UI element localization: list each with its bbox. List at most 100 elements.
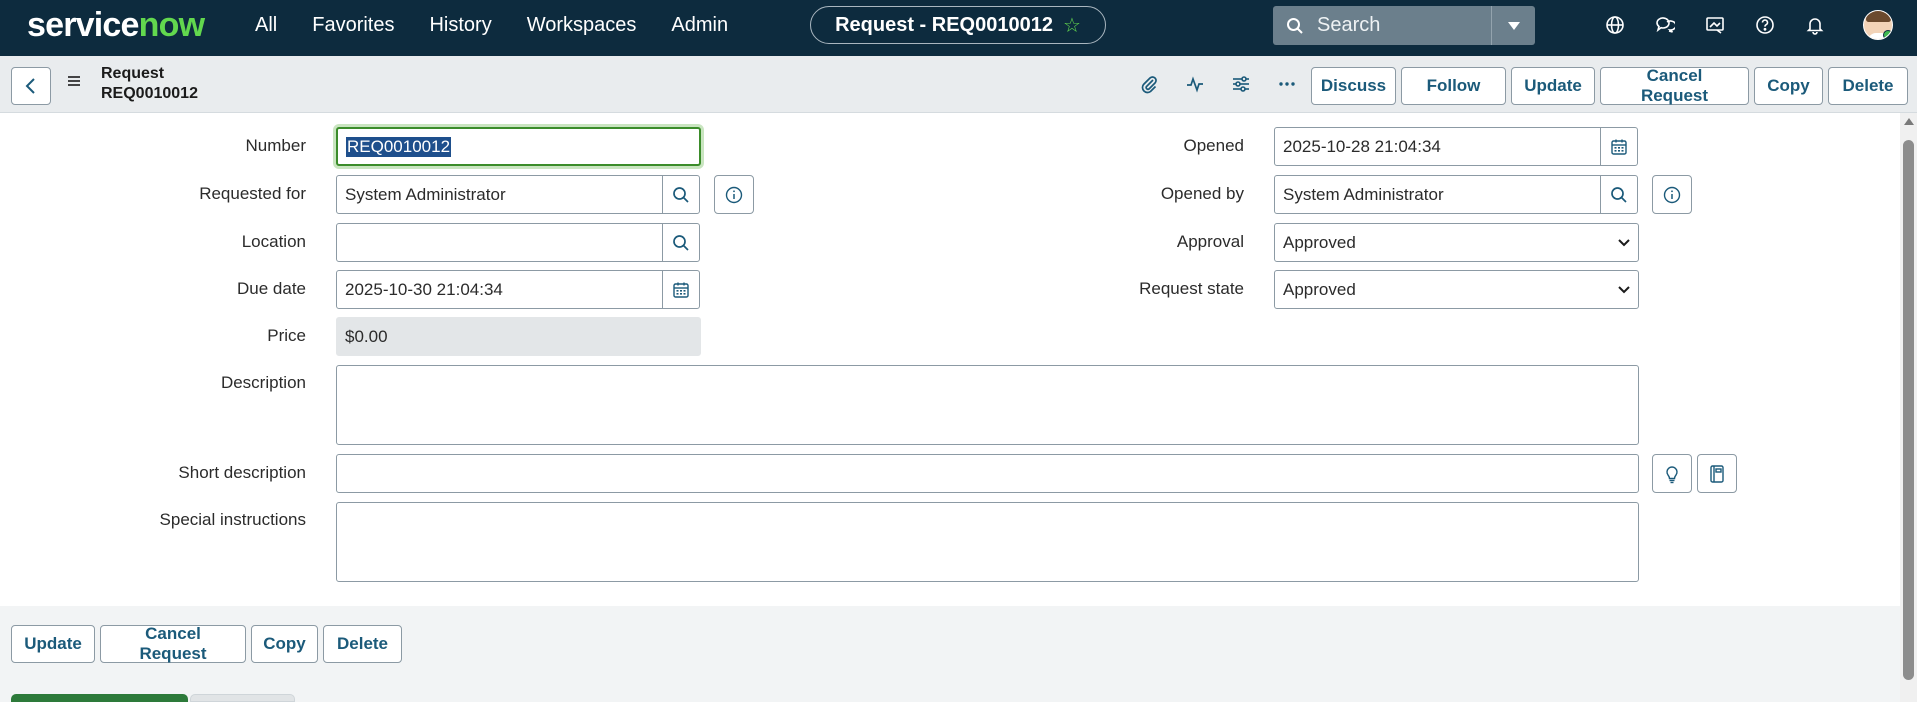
form-footer: Update Cancel Request Copy Delete	[0, 606, 1900, 702]
request-state-value: Approved	[1283, 279, 1356, 299]
opened-field[interactable]: 2025-10-28 21:04:34	[1274, 127, 1601, 166]
description-textarea[interactable]	[336, 365, 1639, 445]
location-field[interactable]	[336, 223, 663, 262]
record-pill[interactable]: Request - REQ0010012 ☆	[810, 6, 1106, 44]
search-input[interactable]: Search	[1317, 14, 1491, 37]
related-tab-active[interactable]	[11, 694, 188, 702]
cancel-request-button[interactable]: Cancel Request	[1600, 66, 1749, 105]
footer-cancel-request-button[interactable]: Cancel Request	[100, 624, 246, 663]
nav-admin[interactable]: Admin	[671, 14, 728, 37]
help-icon[interactable]	[1750, 10, 1780, 40]
requested-for-field[interactable]: System Administrator	[336, 175, 663, 214]
nav-history[interactable]: History	[429, 14, 491, 37]
number-value: REQ0010012	[346, 136, 452, 157]
scrollbar-thumb[interactable]	[1903, 140, 1914, 680]
top-nav: servicenow All Favorites History Workspa…	[0, 0, 1917, 56]
footer-copy-button[interactable]: Copy	[251, 625, 318, 663]
global-search[interactable]: Search	[1273, 6, 1535, 45]
presentation-icon[interactable]	[1700, 10, 1730, 40]
scroll-up-arrow[interactable]	[1904, 118, 1914, 125]
related-list-tabs	[11, 694, 295, 702]
price-label: Price	[267, 326, 306, 345]
due-date-picker-button[interactable]	[662, 270, 700, 309]
nav-favorites[interactable]: Favorites	[312, 14, 394, 37]
header-actions: Discuss Follow Update Cancel Request Cop…	[1311, 66, 1908, 105]
due-date-field[interactable]: 2025-10-30 21:04:34	[336, 270, 663, 309]
update-button[interactable]: Update	[1511, 67, 1595, 105]
bell-icon[interactable]	[1800, 10, 1830, 40]
vertical-scrollbar[interactable]	[1900, 113, 1917, 702]
servicenow-logo[interactable]: servicenow	[27, 6, 205, 45]
globe-icon[interactable]	[1600, 10, 1630, 40]
record-number: REQ0010012	[101, 85, 198, 102]
related-tab[interactable]	[190, 694, 295, 702]
follow-button[interactable]: Follow	[1401, 67, 1506, 105]
calendar-icon	[673, 282, 689, 298]
number-label: Number	[245, 136, 306, 155]
opened-by-field[interactable]: System Administrator	[1274, 175, 1601, 214]
short-description-field[interactable]	[336, 454, 1639, 493]
copy-button[interactable]: Copy	[1754, 67, 1823, 105]
knowledge-button[interactable]	[1697, 454, 1737, 493]
delete-button[interactable]: Delete	[1828, 67, 1908, 105]
discuss-button[interactable]: Discuss	[1311, 67, 1396, 105]
request-state-select[interactable]: Approved	[1274, 270, 1639, 309]
info-icon	[1663, 186, 1681, 203]
approval-value: Approved	[1283, 232, 1356, 252]
opened-by-info-button[interactable]	[1652, 175, 1692, 214]
opened-by-label: Opened by	[1160, 184, 1244, 203]
avatar[interactable]	[1863, 10, 1893, 40]
footer-delete-button[interactable]: Delete	[323, 625, 402, 663]
chevron-down-icon	[1618, 238, 1630, 246]
header-tool-icons	[1136, 70, 1300, 98]
chevron-down-icon	[1618, 285, 1630, 293]
paperclip-icon[interactable]	[1136, 70, 1162, 98]
short-description-label: Short description	[178, 463, 306, 482]
request-state-label: Request state	[1139, 279, 1244, 298]
header-icons	[1600, 10, 1830, 40]
footer-update-button[interactable]: Update	[11, 625, 95, 663]
form-header: Request REQ0010012 Discuss Follow Update…	[0, 56, 1917, 113]
special-instructions-label: Special instructions	[159, 510, 306, 529]
lightbulb-icon	[1666, 465, 1678, 483]
opened-date-picker-button[interactable]	[1600, 127, 1638, 166]
footer-actions: Update Cancel Request Copy Delete	[11, 624, 402, 663]
opened-by-lookup-button[interactable]	[1600, 175, 1638, 214]
search-icon	[673, 186, 689, 203]
nav-all[interactable]: All	[255, 14, 277, 37]
requested-for-label: Requested for	[199, 184, 306, 203]
search-icon	[1611, 186, 1627, 203]
info-icon	[725, 186, 743, 203]
description-label: Description	[220, 373, 306, 392]
number-field[interactable]: REQ0010012	[336, 127, 701, 166]
search-icon	[673, 234, 689, 251]
request-form: Number REQ0010012 Requested for System A…	[0, 113, 1900, 606]
opened-label: Opened	[1183, 136, 1245, 155]
more-options-icon[interactable]	[1274, 70, 1300, 98]
suggestion-button[interactable]	[1652, 454, 1692, 493]
record-pill-label: Request - REQ0010012	[835, 13, 1053, 36]
back-button[interactable]	[11, 67, 51, 105]
approval-select[interactable]: Approved	[1274, 223, 1639, 262]
nav-links: All Favorites History Workspaces Admin	[255, 0, 728, 50]
location-label: Location	[241, 232, 306, 251]
price-field: $0.00	[336, 317, 701, 356]
calendar-icon	[1611, 139, 1627, 155]
special-instructions-textarea[interactable]	[336, 502, 1639, 582]
settings-sliders-icon[interactable]	[1228, 70, 1254, 98]
search-scope-dropdown[interactable]	[1491, 6, 1535, 45]
requested-for-info-button[interactable]	[714, 175, 754, 214]
chevron-down-icon	[1507, 21, 1520, 30]
presence-indicator	[1883, 30, 1892, 39]
search-icon	[1273, 17, 1317, 35]
approval-label: Approval	[1176, 232, 1244, 251]
requested-for-lookup-button[interactable]	[662, 175, 700, 214]
hamburger-menu-icon[interactable]	[66, 74, 82, 93]
activity-icon[interactable]	[1182, 70, 1208, 98]
nav-workspaces[interactable]: Workspaces	[527, 14, 637, 37]
location-lookup-button[interactable]	[662, 223, 700, 262]
chat-icon[interactable]	[1650, 10, 1680, 40]
record-type: Request	[101, 65, 165, 82]
star-icon[interactable]: ☆	[1063, 13, 1081, 38]
due-date-label: Due date	[237, 279, 306, 298]
